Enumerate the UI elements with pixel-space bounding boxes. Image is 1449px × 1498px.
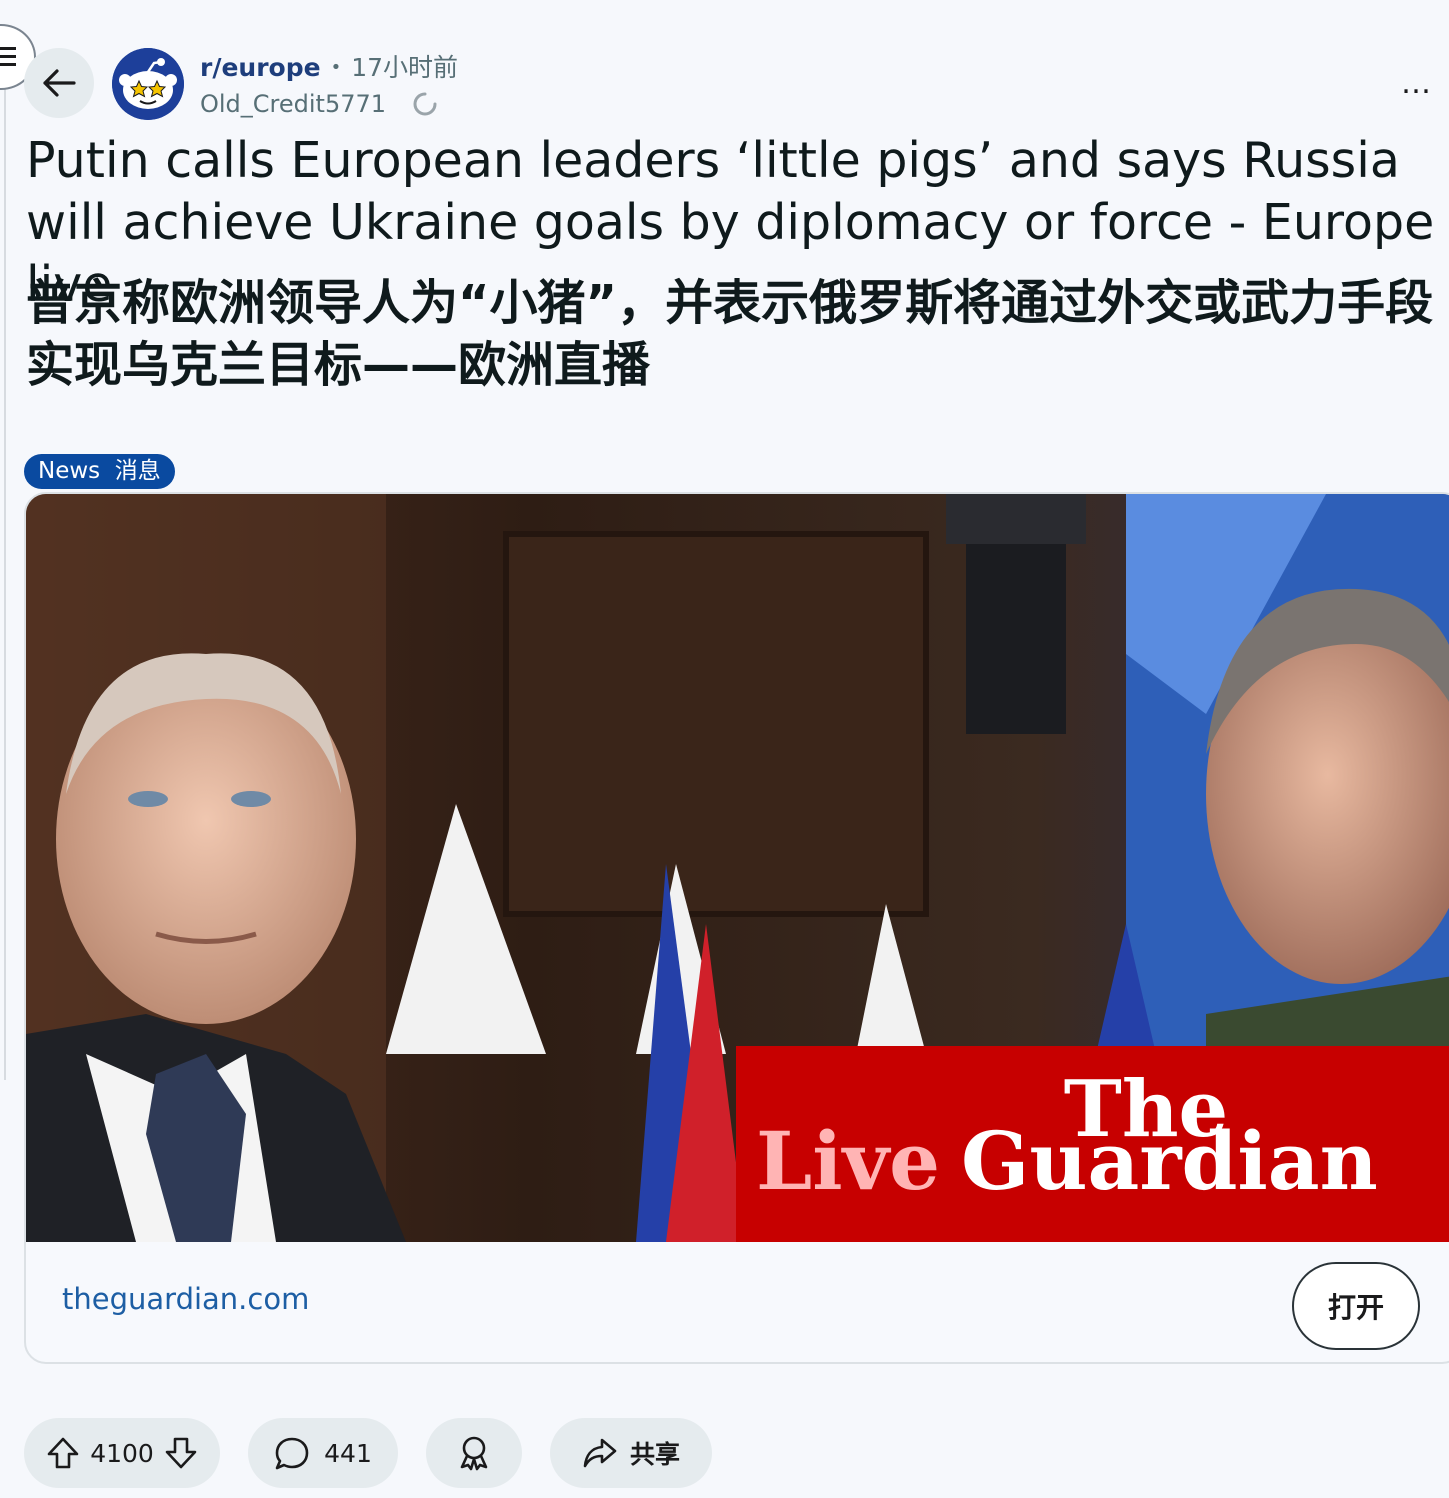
post-flair[interactable]: News 消息 bbox=[24, 454, 175, 489]
author-username[interactable]: Old_Credit5771 bbox=[200, 90, 386, 118]
back-button[interactable] bbox=[24, 48, 94, 118]
menu-icon bbox=[0, 47, 16, 66]
vote-score: 4100 bbox=[90, 1438, 154, 1468]
link-preview-card[interactable]: The Live Guardian theguardian.com 打开 bbox=[24, 492, 1449, 1364]
comment-icon bbox=[275, 1437, 309, 1470]
article-thumbnail[interactable]: The Live Guardian bbox=[26, 494, 1449, 1242]
upvote-icon[interactable] bbox=[46, 1436, 80, 1470]
award-button[interactable] bbox=[426, 1418, 522, 1488]
open-link-button[interactable]: 打开 bbox=[1292, 1262, 1420, 1350]
downvote-icon[interactable] bbox=[164, 1436, 198, 1470]
thread-line bbox=[4, 80, 6, 1080]
post-meta: r/europe • 17小时前 Old_Credit5771 bbox=[200, 52, 458, 118]
post-title-chinese: 普京称欧洲领导人为“小猪”，并表示俄罗斯将通过外交或武力手段实现乌克兰目标——欧… bbox=[26, 275, 1434, 393]
share-button[interactable]: 共享 bbox=[550, 1418, 712, 1488]
share-label: 共享 bbox=[629, 1440, 680, 1469]
more-options-button[interactable]: … bbox=[1401, 66, 1433, 101]
comments-button[interactable]: 441 bbox=[248, 1418, 398, 1488]
guardian-wordmark-text: Guardian bbox=[961, 1114, 1378, 1208]
back-arrow-icon bbox=[43, 69, 76, 97]
subreddit-avatar-icon bbox=[112, 48, 184, 120]
vote-control: 4100 bbox=[24, 1418, 220, 1488]
meta-separator: • bbox=[330, 57, 342, 78]
subreddit-avatar[interactable] bbox=[112, 48, 184, 120]
subreddit-name[interactable]: r/europe bbox=[200, 52, 321, 84]
post-time: 17小时前 bbox=[351, 53, 459, 82]
award-icon bbox=[460, 1436, 488, 1471]
post-action-bar: 4100 441 共享 bbox=[24, 1418, 712, 1488]
share-icon bbox=[583, 1438, 617, 1468]
link-domain[interactable]: theguardian.com bbox=[62, 1282, 309, 1316]
guardian-live-text: Live bbox=[756, 1114, 940, 1208]
loading-spinner-icon bbox=[413, 92, 437, 116]
more-icon: … bbox=[1401, 66, 1433, 101]
comment-count: 441 bbox=[324, 1438, 372, 1468]
